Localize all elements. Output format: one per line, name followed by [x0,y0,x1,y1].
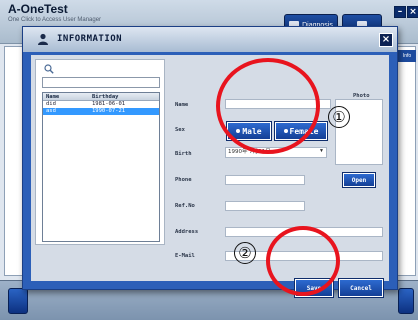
annotation-number-1: ① [328,106,350,128]
row-birthday: 1981-06-01 [92,101,126,107]
email-label: E-Mail [175,253,195,259]
column-header-birthday[interactable]: Birthday [89,93,159,100]
phone-label: Phone [175,177,192,183]
annotation-circle-1 [216,58,320,154]
app-close-icon[interactable]: × [407,6,418,18]
phone-field[interactable] [225,175,305,185]
row-name: asd [46,108,56,114]
information-dialog: INFORMATION × Name Birthday did 1981-06-… [22,26,398,298]
row-name: did [46,101,56,107]
cancel-button[interactable]: Cancel [338,278,384,298]
table-header: Name Birthday [43,93,159,101]
user-table: Name Birthday did 1981-06-01 asd 1990-07… [42,92,160,242]
bottom-left-button[interactable] [8,288,28,314]
table-row[interactable]: did 1981-06-01 [43,101,159,108]
search-input[interactable] [42,77,160,88]
user-list-panel: Name Birthday did 1981-06-01 asd 1990-07… [35,59,165,245]
app-title: A-OneTest [8,2,68,16]
user-icon [38,33,48,45]
dialog-titlebar: INFORMATION × [23,27,397,52]
bottom-right-button[interactable] [398,288,414,314]
name-label: Name [175,102,189,108]
annotation-number-2: ② [234,242,256,264]
search-icon [44,64,54,74]
birth-label: Birth [175,151,192,157]
row-birthday: 1990-07-21 [92,108,126,114]
background-right-panel [395,46,416,276]
refno-field[interactable] [225,201,305,211]
refno-label: Ref.No [175,203,195,209]
column-header-name[interactable]: Name [43,93,89,100]
open-button[interactable]: Open [342,172,376,188]
info-tab[interactable]: Info [398,50,416,62]
address-label: Address [175,229,199,235]
close-button[interactable]: × [379,33,393,47]
minimize-icon[interactable]: – [394,6,406,18]
sex-label: Sex [175,127,185,133]
dialog-title: INFORMATION [57,34,123,44]
app-subtitle: One Click to Access User Manager [8,17,102,23]
chevron-down-icon[interactable]: ▼ [319,148,324,154]
annotation-circle-2 [266,226,340,296]
table-row-selected[interactable]: asd 1990-07-21 [43,108,159,115]
